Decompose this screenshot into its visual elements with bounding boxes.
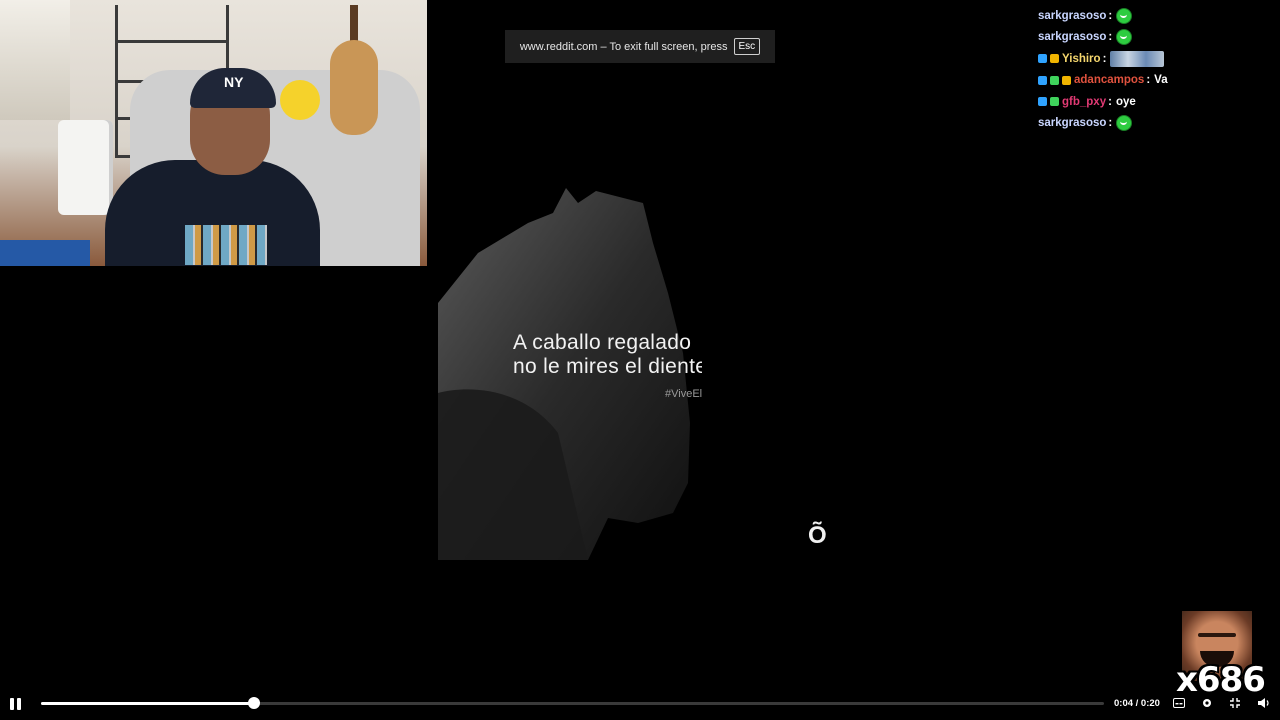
chat-text: oye: [1115, 95, 1136, 108]
chat-message: sarkgrasoso:: [1038, 27, 1278, 49]
video-controls: 0:04 / 0:20: [0, 690, 1280, 720]
chat-badge-icon: [1050, 54, 1059, 64]
chat-badge-icon: [1050, 97, 1059, 107]
video-quote: A caballo regalado no le mires el diente: [513, 331, 702, 379]
shirt-print: [185, 225, 267, 265]
captions-icon[interactable]: [1172, 696, 1186, 710]
video-logo: Õ: [808, 522, 827, 549]
quote-line-1: A caballo regalado: [513, 331, 692, 354]
progress-fill: [41, 702, 254, 705]
chat-message: sarkgrasoso:: [1038, 113, 1278, 135]
chat-username[interactable]: adancampos: [1074, 74, 1144, 86]
chat-message: sarkgrasoso:: [1038, 5, 1278, 27]
chat-message: adancampos: Va: [1038, 70, 1278, 92]
chat-badge-icon: [1038, 54, 1047, 64]
chat-separator: :: [1108, 31, 1113, 44]
chat-overlay: sarkgrasoso: sarkgrasoso: Yishiro: adancamp…: [1038, 5, 1278, 134]
chat-message: gfb_pxy: oye: [1038, 91, 1278, 113]
chat-separator: :: [1108, 9, 1113, 22]
image-emote-icon: [1110, 50, 1165, 67]
video-hashtag: #ViveElEspañol: [665, 388, 702, 400]
green-smile-emote-icon: [1116, 115, 1133, 132]
fullscreen-notice-text: www.reddit.com – To exit full screen, pr…: [519, 40, 728, 53]
fullscreen-notice: www.reddit.com – To exit full screen, pr…: [505, 30, 775, 63]
chat-username[interactable]: sarkgrasoso: [1038, 31, 1106, 43]
webcam-window: [0, 0, 70, 120]
webcam-overlay: NY: [0, 0, 427, 266]
chat-badge-icon: [1062, 75, 1071, 85]
chat-badge-icon: [1038, 97, 1047, 107]
progress-thumb[interactable]: [247, 697, 260, 709]
webcam-rug: [0, 240, 90, 266]
meme-eyes: [1198, 633, 1236, 637]
chat-username[interactable]: gfb_pxy: [1062, 96, 1106, 108]
green-smile-emote-icon: [1116, 7, 1133, 24]
quote-line-2: no le mires el diente: [513, 355, 702, 378]
chat-separator: :: [1146, 74, 1151, 87]
chat-separator: :: [1108, 117, 1113, 130]
webcam-plush: [280, 80, 320, 120]
settings-icon[interactable]: [1200, 696, 1214, 710]
video-frame[interactable]: A caballo regalado no le mires el diente…: [438, 183, 702, 560]
progress-track[interactable]: [41, 697, 1104, 709]
pause-icon[interactable]: [10, 698, 24, 712]
chat-separator: :: [1108, 95, 1112, 108]
chat-badge-icon: [1038, 75, 1047, 85]
exit-fullscreen-icon[interactable]: [1228, 696, 1242, 710]
webcam-air-conditioner: [58, 120, 113, 215]
chat-text: Va: [1154, 74, 1168, 87]
chat-separator: :: [1102, 52, 1107, 65]
chat-badge-icon: [1050, 75, 1059, 85]
chat-message: Yishiro:: [1038, 48, 1278, 70]
esc-key-hint: Esc: [733, 38, 761, 55]
chat-username[interactable]: sarkgrasoso: [1038, 117, 1106, 129]
cap-logo: NY: [224, 74, 244, 90]
webcam-guitar: [330, 40, 378, 135]
green-smile-emote-icon: [1116, 29, 1133, 46]
chat-username[interactable]: Yishiro: [1062, 53, 1101, 65]
time-display: 0:04 / 0:20: [1114, 698, 1160, 709]
chat-username[interactable]: sarkgrasoso: [1038, 10, 1106, 22]
volume-icon[interactable]: [1256, 696, 1270, 710]
